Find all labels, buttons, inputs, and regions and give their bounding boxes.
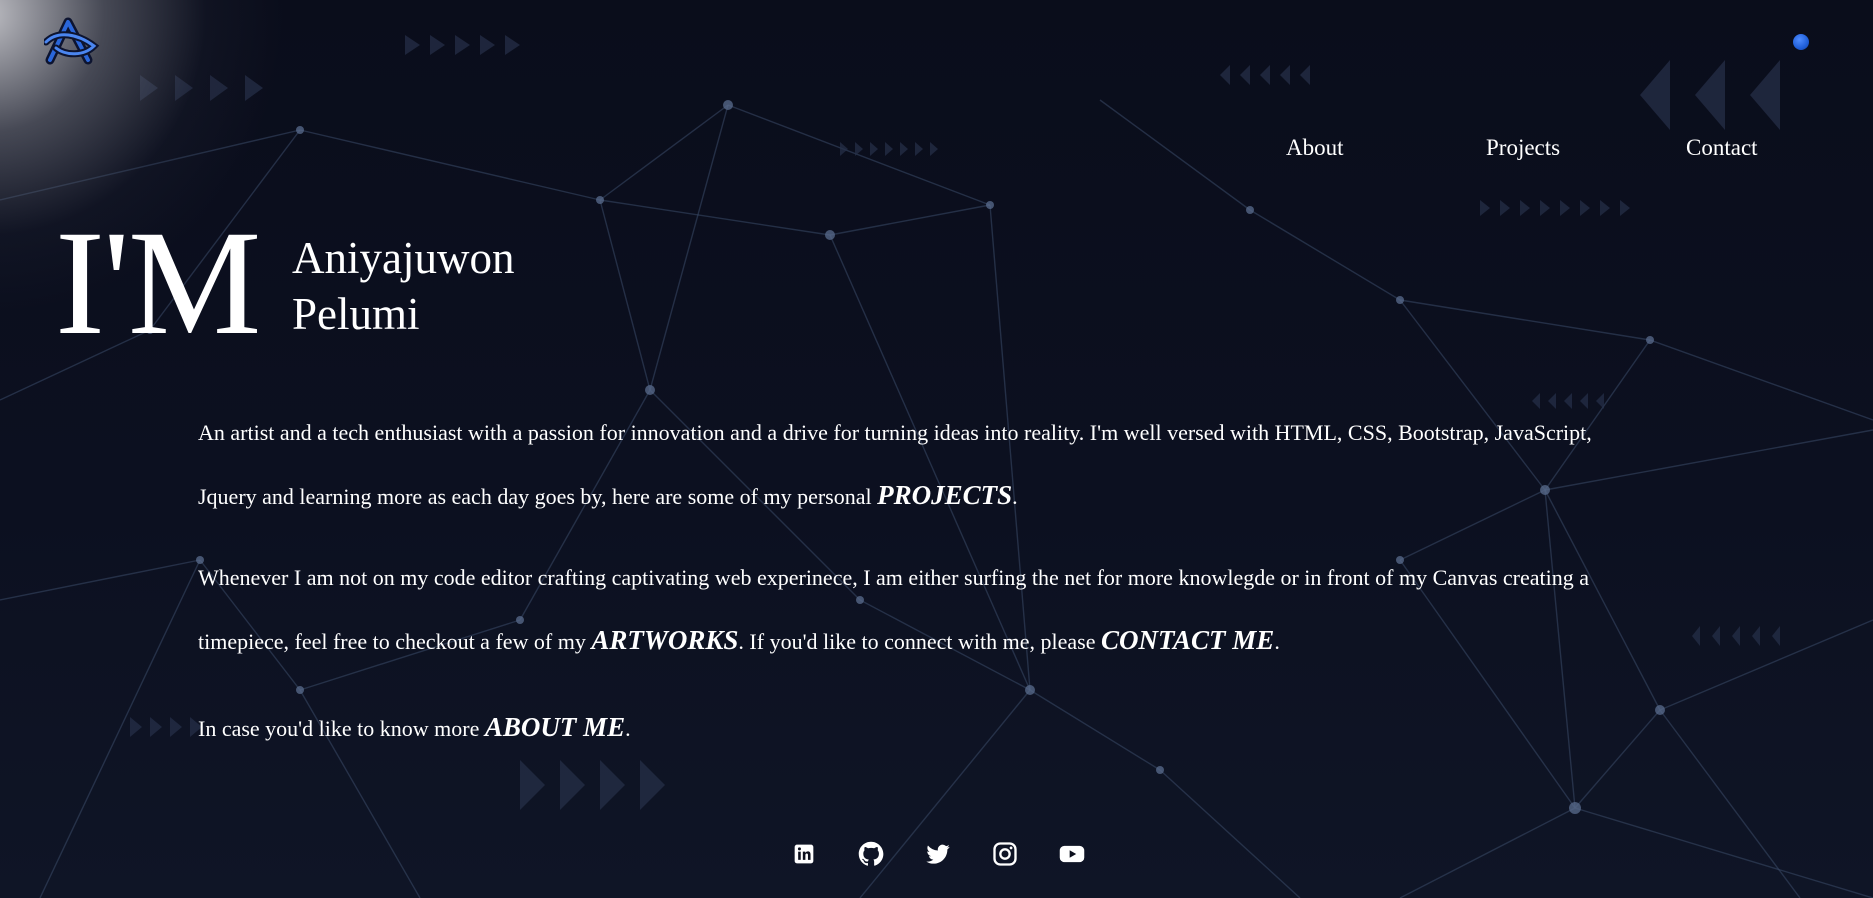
nav-link-projects[interactable]: Projects [1486, 135, 1560, 161]
bio-p1-end: . [1012, 484, 1018, 509]
logo-mark-icon [42, 17, 100, 65]
youtube-link[interactable] [1058, 840, 1086, 868]
youtube-icon [1059, 845, 1085, 863]
github-link[interactable] [857, 840, 885, 868]
bio-paragraph-1: An artist and a tech enthusiast with a p… [198, 401, 1638, 528]
twitter-icon [926, 844, 950, 864]
site-logo[interactable] [42, 16, 100, 68]
instagram-link[interactable] [991, 840, 1019, 868]
bio-paragraph-2: Whenever I am not on my code editor craf… [198, 546, 1638, 673]
linkedin-link[interactable] [790, 840, 818, 868]
main-nav: About Projects Contact [1270, 135, 1790, 167]
bio-paragraph-3: In case you'd like to know more ABOUT ME… [198, 696, 1638, 760]
bio-p2-end: . [1274, 629, 1280, 654]
bio-p2-mid: . If you'd like to connect with me, plea… [738, 629, 1102, 654]
instagram-icon [993, 842, 1017, 866]
status-indicator-dot [1793, 34, 1809, 50]
nav-link-about[interactable]: About [1286, 135, 1344, 161]
hero-prefix: I'M [55, 200, 261, 366]
bio-section: An artist and a tech enthusiast with a p… [198, 401, 1638, 760]
portfolio-page: About Projects Contact I'M Aniyajuwon Pe… [0, 0, 1873, 898]
artworks-link[interactable]: ARTWORKS [591, 625, 738, 655]
hero-first-name: Aniyajuwon [292, 233, 515, 283]
nav-link-contact[interactable]: Contact [1686, 135, 1758, 161]
bio-p3-text: In case you'd like to know more [198, 716, 485, 741]
social-links [790, 840, 1110, 868]
bio-p3-end: . [625, 716, 631, 741]
github-icon [858, 841, 884, 866]
hero-last-name: Pelumi [292, 289, 420, 339]
linkedin-icon [794, 844, 814, 864]
twitter-link[interactable] [924, 840, 952, 868]
contact-me-link[interactable]: CONTACT ME [1101, 625, 1274, 655]
projects-link[interactable]: PROJECTS [877, 480, 1012, 510]
hero-name: Aniyajuwon Pelumi [292, 230, 514, 342]
about-me-link[interactable]: ABOUT ME [485, 712, 625, 742]
